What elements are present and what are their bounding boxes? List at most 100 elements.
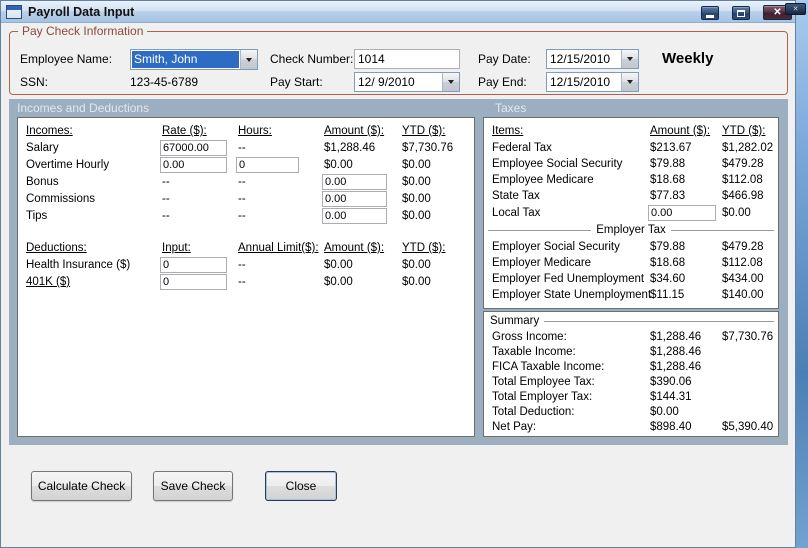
taxes-section-label: Taxes [495,101,527,115]
income-name: Commissions [26,193,96,205]
table-row-salary: Salary -- $1,288.46 $7,730.76 [18,140,474,157]
summary-name: Total Employee Tax: [492,376,595,388]
summary-amount: $390.06 [650,376,692,388]
employee-name-select[interactable]: Smith, John [130,49,258,70]
calculate-check-button[interactable]: Calculate Check [31,471,132,501]
overtime-rate-input[interactable] [160,157,227,173]
chevron-down-icon [627,80,633,84]
table-row-health-insurance: Health Insurance ($) -- $0.00 $0.00 [18,257,474,274]
summary-ytd: $5,390.40 [722,421,774,433]
summary-name: Net Pay: [492,421,537,433]
commissions-amount-input[interactable] [322,191,387,207]
taxes-header-row: Items: Amount ($): YTD ($): [484,124,778,140]
bonus-amount-input[interactable] [322,174,387,190]
chevron-down-icon [627,57,633,61]
employer-tax-label: Employer Tax [596,224,666,236]
pay-start-value: 12/ 9/2010 [358,75,415,89]
paycheck-info-group: Pay Check Information Employee Name: Smi… [9,24,788,95]
table-row-employer-medicare: Employer Medicare $18.68 $112.08 [484,256,778,272]
pay-date-picker[interactable]: 12/15/2010 [546,49,639,69]
tax-name: State Tax [492,190,540,202]
taxes-header-items: Items: [492,125,524,137]
background-window-close-button[interactable]: ✕ [785,3,806,15]
summary-amount: $898.40 [650,421,692,433]
tax-name: Employer Social Security [492,241,620,253]
tax-ytd: $112.08 [722,257,763,269]
save-check-button[interactable]: Save Check [153,471,233,501]
employee-name-label: Employee Name: [20,52,113,66]
tax-amount: $79.88 [650,158,686,170]
tax-name: Local Tax [492,207,541,219]
income-ytd: $0.00 [402,210,431,222]
minimize-button[interactable] [701,6,719,20]
deductions-header-name: Deductions: [26,242,87,254]
employee-name-dropdown-button[interactable] [240,50,257,69]
deduction-name-401k-link[interactable]: 401K ($) [26,276,70,288]
app-icon [6,4,22,19]
table-row-employer-state-unemployment: Employer State Unemployment $11.15 $140.… [484,288,778,304]
deductions-header-row: Deductions: Input: Annual Limit($): Amou… [18,241,474,257]
tax-ytd: $479.28 [722,241,764,253]
table-row-total-employee-tax: Total Employee Tax: $390.06 [484,375,778,391]
summary-name: FICA Taxable Income: [492,361,605,373]
table-row-overtime: Overtime Hourly $0.00 $0.00 [18,157,474,174]
pay-start-dropdown-button[interactable] [442,73,459,91]
summary-amount: $0.00 [650,406,679,418]
tax-name: Federal Tax [492,142,552,154]
table-row-state-tax: State Tax $77.83 $466.98 [484,189,778,205]
local-tax-input[interactable] [648,205,716,221]
paycheck-group-label: Pay Check Information [18,24,148,38]
overtime-hours-input[interactable] [236,157,299,173]
deductions-header-amount: Amount ($): [324,242,385,254]
incomes-header-rate: Rate ($): [162,125,207,137]
salary-rate-input[interactable] [160,140,227,156]
pay-end-picker[interactable]: 12/15/2010 [546,72,639,92]
incomes-header-amount: Amount ($): [324,125,385,137]
health-insurance-input[interactable] [160,257,227,273]
401k-input[interactable] [160,274,227,290]
maximize-button[interactable] [732,6,750,20]
chevron-down-icon [448,80,454,84]
taxes-box: Items: Amount ($): YTD ($): Federal Tax … [483,117,779,309]
summary-name: Total Deduction: [492,406,575,418]
income-ytd: $0.00 [402,159,431,171]
maximize-icon [737,9,745,17]
window-title: Payroll Data Input [28,4,135,19]
summary-amount: $1,288.46 [650,346,702,358]
income-ytd: $7,730.76 [402,142,454,154]
pay-end-dropdown-button[interactable] [621,73,638,91]
table-row-commissions: Commissions -- -- $0.00 [18,191,474,208]
minimize-icon [706,14,714,18]
close-icon: ✕ [773,6,782,18]
tips-amount-input[interactable] [322,208,387,224]
close-icon: ✕ [792,6,799,13]
table-row-fica-taxable-income: FICA Taxable Income: $1,288.46 [484,360,778,376]
pay-date-label: Pay Date: [478,52,531,66]
ssn-label: SSN: [20,75,49,89]
incomes-deductions-box: Incomes: Rate ($): Hours: Amount ($): YT… [17,117,475,437]
tax-ytd: $0.00 [722,207,751,219]
income-amount: $1,288.46 [324,142,376,154]
tax-amount: $11.15 [650,289,685,301]
income-name: Overtime Hourly [26,159,110,171]
pay-date-dropdown-button[interactable] [621,50,638,68]
check-number-input[interactable] [354,49,460,69]
title-bar[interactable]: Payroll Data Input ✕ [1,1,795,23]
deduction-amount: $0.00 [324,276,353,288]
main-panel: Incomes and Deductions Taxes Incomes: Ra… [9,99,788,445]
summary-name: Taxable Income: [492,346,576,358]
tax-ytd: $140.00 [722,289,764,301]
income-rate: -- [162,176,170,188]
tax-ytd: $479.28 [722,158,764,170]
summary-amount: $144.31 [650,391,692,403]
close-button[interactable]: Close [265,471,337,501]
deduction-ytd: $0.00 [402,259,431,271]
tax-name: Employer Medicare [492,257,592,269]
summary-name: Gross Income: [492,331,567,343]
tax-name: Employee Medicare [492,174,594,186]
table-row-taxable-income: Taxable Income: $1,288.46 [484,345,778,361]
tax-ytd: $466.98 [722,190,764,202]
summary-amount: $1,288.46 [650,361,702,373]
pay-start-picker[interactable]: 12/ 9/2010 [354,72,460,92]
divider-line [670,229,774,231]
